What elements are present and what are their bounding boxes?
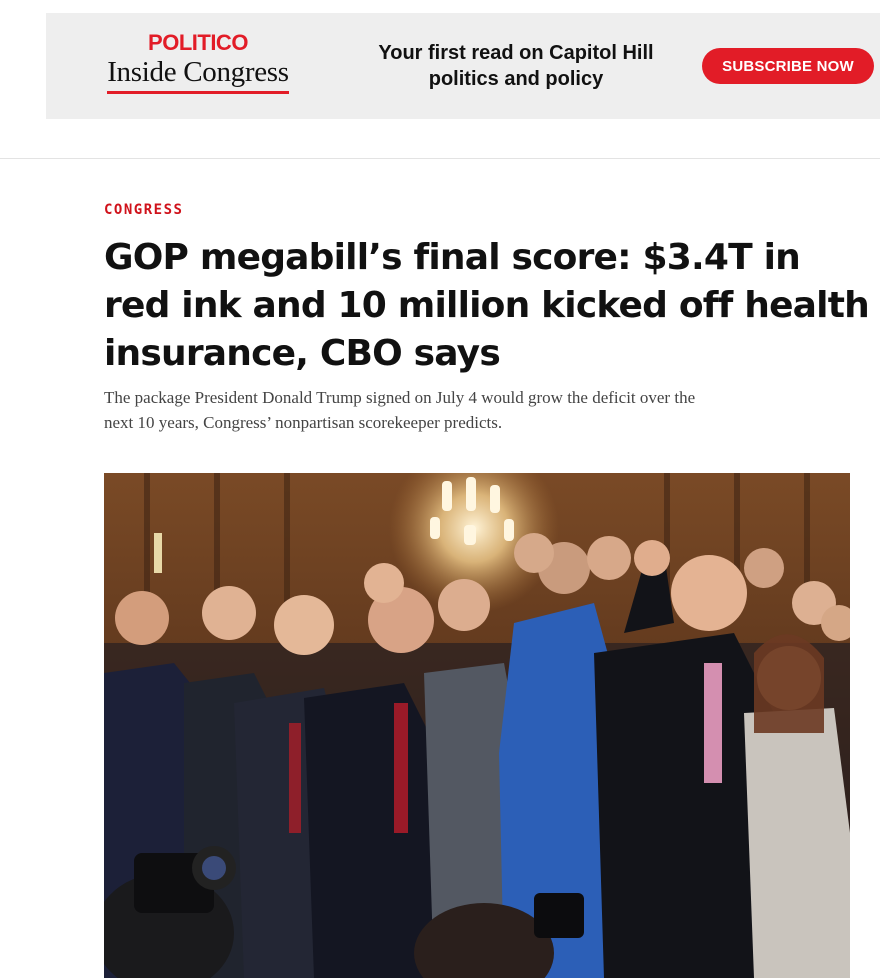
politico-wordmark: POLITICO [148,30,248,55]
promo-tagline-line-2: politics and policy [428,68,604,90]
article-dek: The package President Donald Trump signe… [104,385,844,435]
lead-photo [104,473,850,978]
dek-line-2: next 10 years, Congress’ nonpartisan sco… [104,413,503,432]
headline-line-2: red ink and 10 million kicked off health [104,285,870,326]
newsletter-name: Inside Congress [107,55,289,94]
headline-line-1: GOP megabill’s final score: $3.4T in [104,237,801,278]
promo-tagline-line-1: Your first read on Capitol Hill [378,42,654,64]
article-headline: GOP megabill’s final score: $3.4T in red… [104,234,874,378]
header-divider [0,158,880,159]
promo-tagline: Your first read on Capitol Hill politics… [346,40,686,92]
lead-photo-illustration [104,473,850,978]
headline-line-3: insurance, CBO says [104,333,501,374]
section-kicker[interactable]: CONGRESS [104,202,183,218]
inside-congress-logo[interactable]: POLITICO Inside Congress [86,31,310,94]
subscribe-button[interactable]: SUBSCRIBE NOW [702,48,874,84]
dek-line-1: The package President Donald Trump signe… [104,388,696,407]
promo-banner: POLITICO Inside Congress Your first read… [46,13,880,119]
